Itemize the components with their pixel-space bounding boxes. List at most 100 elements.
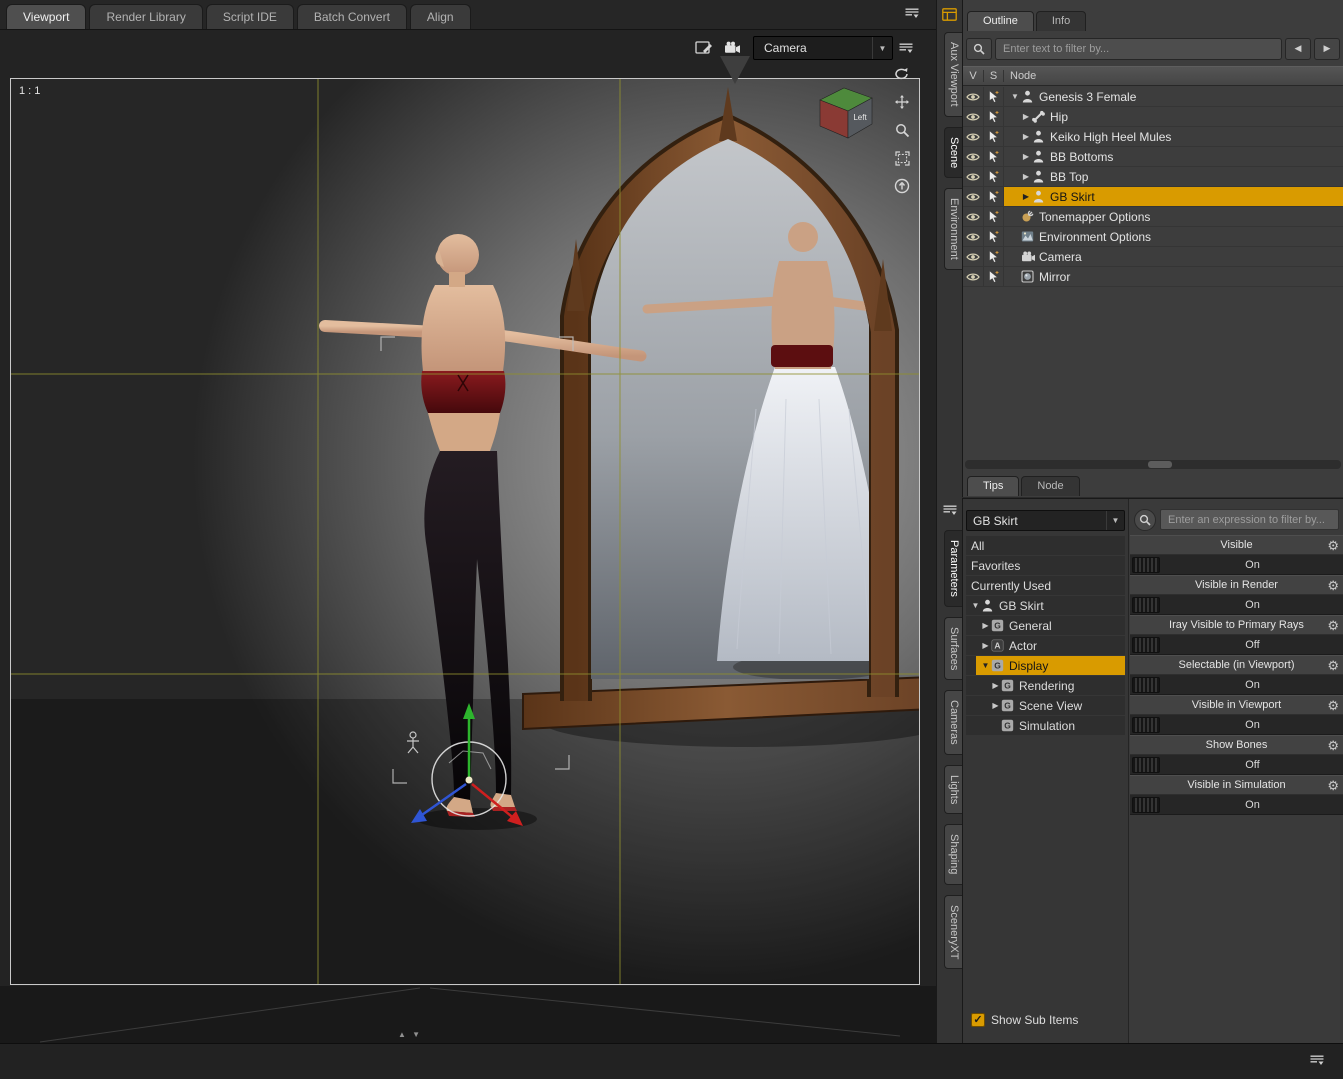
visibility-eye-icon[interactable]	[963, 267, 984, 286]
chevron-down-icon[interactable]: ▼	[872, 37, 892, 59]
side-tab-environment[interactable]: Environment	[944, 187, 963, 270]
outline-row-tonemapper-options[interactable]: Tonemapper Options	[963, 207, 1343, 227]
toggle-visible-in-render[interactable]: On	[1130, 595, 1343, 615]
show-sub-items-checkbox[interactable]: ✓ Show Sub Items	[971, 1013, 1078, 1027]
visibility-eye-icon[interactable]	[963, 127, 984, 146]
gear-icon[interactable]: ⚙	[1327, 656, 1339, 676]
camera-icon[interactable]	[720, 36, 744, 58]
outline-row-mirror[interactable]: Mirror	[963, 267, 1343, 287]
outline-hscrollbar[interactable]	[965, 460, 1341, 469]
tab-render-library[interactable]: Render Library	[89, 4, 203, 29]
slider-handle[interactable]	[1132, 797, 1160, 813]
expander-icon[interactable]: ▶	[1020, 172, 1032, 181]
frame-zoom-icon[interactable]	[889, 146, 915, 170]
side-tab-aux-viewport[interactable]: Aux Viewport	[944, 32, 963, 117]
param-node-scene-view[interactable]: ▶ G Scene View	[966, 696, 1125, 715]
param-group-currently-used[interactable]: Currently Used	[966, 576, 1125, 595]
tab-align[interactable]: Align	[409, 4, 471, 29]
selectability-cursor-icon[interactable]	[984, 267, 1004, 286]
toggle-visible-in-simulation[interactable]: On	[1130, 795, 1343, 815]
visibility-eye-icon[interactable]	[963, 247, 984, 266]
orbit-rotate-icon[interactable]	[889, 62, 915, 86]
selectability-cursor-icon[interactable]	[984, 87, 1004, 106]
pane-tab-node[interactable]: Node	[1021, 476, 1080, 496]
outline-row-bb-bottoms[interactable]: ▶ BB Bottoms	[963, 147, 1343, 167]
side-tab-scene[interactable]: Scene	[944, 126, 963, 178]
selectability-cursor-icon[interactable]	[984, 127, 1004, 146]
node-cell[interactable]: ▶ Keiko High Heel Mules	[1004, 127, 1343, 146]
node-cell[interactable]: ▶ BB Bottoms	[1004, 147, 1343, 166]
visibility-eye-icon[interactable]	[963, 147, 984, 166]
gear-icon[interactable]: ⚙	[1327, 696, 1339, 716]
pane-options-icon[interactable]	[904, 7, 920, 25]
reset-camera-icon[interactable]	[889, 174, 915, 198]
visibility-eye-icon[interactable]	[963, 107, 984, 126]
param-group-all[interactable]: All	[966, 536, 1125, 555]
selectability-cursor-icon[interactable]	[984, 207, 1004, 226]
tab-batch-convert[interactable]: Batch Convert	[296, 4, 407, 29]
node-cell[interactable]: Environment Options	[1004, 227, 1343, 246]
tab-script-ide[interactable]: Script IDE	[205, 4, 294, 29]
gear-icon[interactable]: ⚙	[1327, 776, 1339, 796]
pane-tab-outline[interactable]: Outline	[967, 11, 1034, 31]
expander-icon[interactable]: ▶	[1020, 152, 1032, 161]
checkbox-checked-icon[interactable]: ✓	[971, 1013, 985, 1027]
toggle-visible-in-viewport[interactable]: On	[1130, 715, 1343, 735]
pan-move-icon[interactable]	[889, 90, 915, 114]
splitter-handle[interactable]: ▲ ▼	[398, 1030, 422, 1039]
view-cube-gizmo[interactable]: Left	[810, 80, 878, 147]
expander-icon[interactable]: ▶	[990, 701, 1001, 710]
expander-icon[interactable]: ▶	[1020, 112, 1032, 121]
expander-icon[interactable]: ▶	[980, 621, 991, 630]
side-tab-lights[interactable]: Lights	[944, 764, 963, 815]
param-node-general[interactable]: ▶ G General	[966, 616, 1125, 635]
expander-icon[interactable]: ▶	[980, 641, 991, 650]
expander-icon[interactable]: ▶	[1020, 132, 1032, 141]
toggle-visible[interactable]: On	[1130, 555, 1343, 575]
param-node-actor[interactable]: ▶ A Actor	[966, 636, 1125, 655]
slider-handle[interactable]	[1132, 637, 1160, 653]
slider-handle[interactable]	[1132, 757, 1160, 773]
pane-tab-info[interactable]: Info	[1035, 11, 1087, 31]
visibility-eye-icon[interactable]	[963, 227, 984, 246]
node-cell[interactable]: ▼ Genesis 3 Female	[1004, 87, 1343, 106]
expander-icon[interactable]: ▼	[980, 661, 991, 670]
render-canvas[interactable]: 1 : 1	[10, 78, 920, 985]
selectability-cursor-icon[interactable]	[984, 147, 1004, 166]
bottom-pane-options-icon[interactable]	[1309, 1054, 1325, 1072]
expander-icon[interactable]: ▼	[970, 601, 981, 610]
pane-tab-tips[interactable]: Tips	[967, 476, 1020, 496]
node-cell[interactable]: ▶ GB Skirt	[1004, 187, 1343, 206]
scrollbar-thumb[interactable]	[1148, 461, 1172, 468]
node-cell[interactable]: Camera	[1004, 247, 1343, 266]
chevron-down-icon[interactable]: ▼	[1106, 511, 1124, 530]
outline-row-genesis-3-female[interactable]: ▼ Genesis 3 Female	[963, 87, 1343, 107]
node-cell[interactable]: ▶ Hip	[1004, 107, 1343, 126]
scope-dropdown[interactable]: GB Skirt ▼	[966, 510, 1125, 531]
filter-next-button[interactable]: ▶	[1314, 37, 1340, 60]
filter-prev-button[interactable]: ◀	[1285, 37, 1311, 60]
expander-icon[interactable]: ▶	[990, 681, 1001, 690]
outline-row-keiko-high-heel-mules[interactable]: ▶ Keiko High Heel Mules	[963, 127, 1343, 147]
expression-filter-input[interactable]	[1160, 509, 1339, 530]
node-cell[interactable]: ▶ BB Top	[1004, 167, 1343, 186]
param-node-rendering[interactable]: ▶ G Rendering	[966, 676, 1125, 695]
side-tab-shaping[interactable]: Shaping	[944, 824, 963, 885]
expression-search-icon[interactable]	[1134, 508, 1156, 531]
node-cell[interactable]: Tonemapper Options	[1004, 207, 1343, 226]
tab-viewport[interactable]: Viewport	[6, 4, 87, 29]
gear-icon[interactable]: ⚙	[1327, 736, 1339, 756]
outline-row-environment-options[interactable]: Environment Options	[963, 227, 1343, 247]
param-group-favorites[interactable]: Favorites	[966, 556, 1125, 575]
visibility-eye-icon[interactable]	[963, 167, 984, 186]
render-scene[interactable]	[11, 79, 919, 984]
outline-row-gb-skirt[interactable]: ▶ GB Skirt	[963, 187, 1343, 207]
visibility-eye-icon[interactable]	[963, 207, 984, 226]
viewport-options-icon[interactable]	[894, 37, 918, 59]
selectability-cursor-icon[interactable]	[984, 247, 1004, 266]
side-tab-cameras[interactable]: Cameras	[944, 690, 963, 755]
selectability-cursor-icon[interactable]	[984, 107, 1004, 126]
zoom-magnifier-icon[interactable]	[889, 118, 915, 142]
selectability-cursor-icon[interactable]	[984, 227, 1004, 246]
render-frame-icon[interactable]	[692, 37, 716, 59]
